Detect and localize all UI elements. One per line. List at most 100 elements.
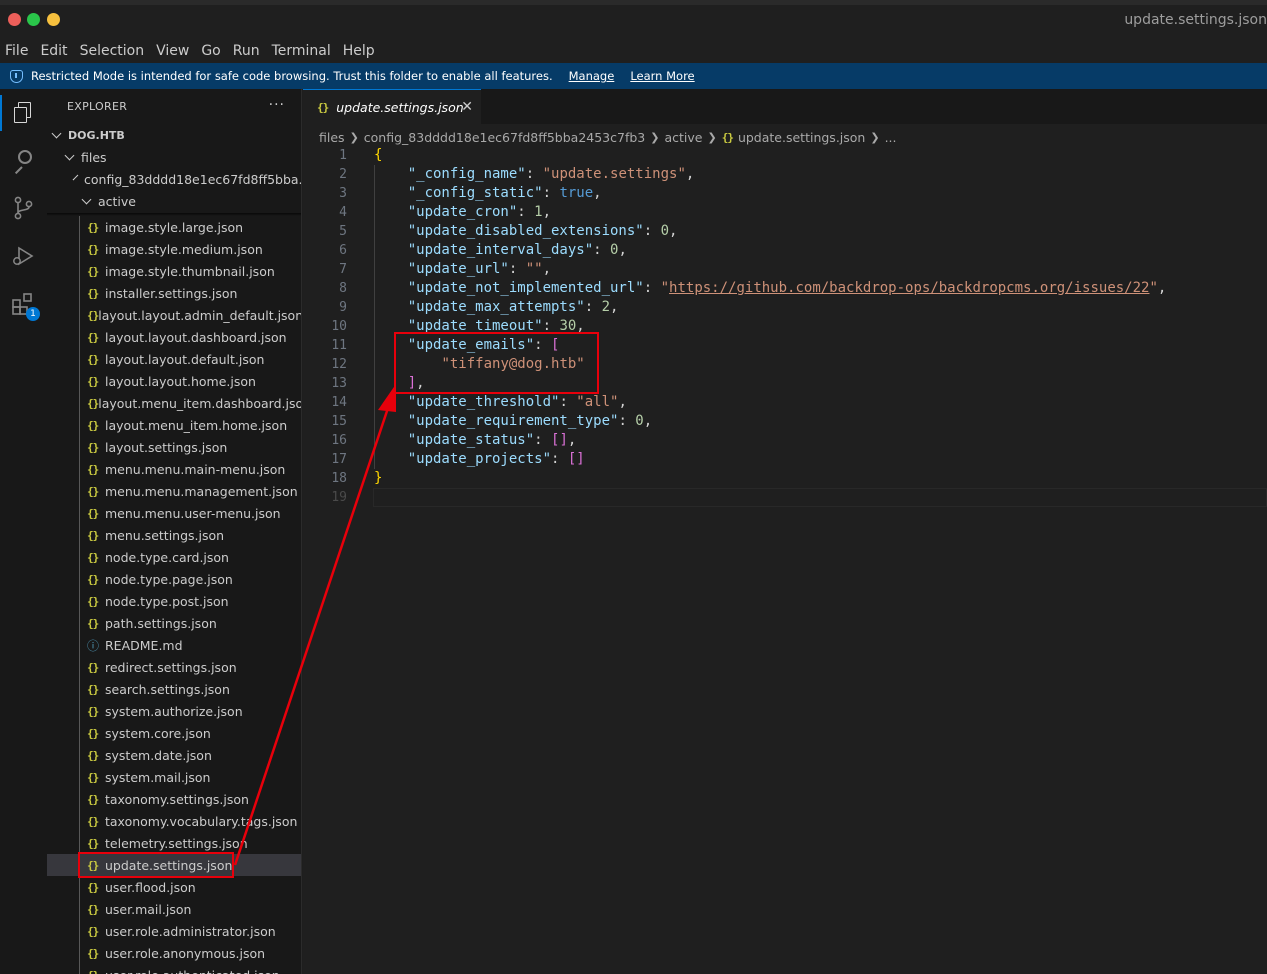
project-root[interactable]: DOG.HTB xyxy=(47,124,301,146)
json-key: "update_threshold" xyxy=(407,394,560,410)
file-item[interactable]: {} system.core.json xyxy=(47,722,301,744)
chevron-right-icon: ❯ xyxy=(650,130,660,144)
tab-update-settings[interactable]: {} update.settings.json ✕ xyxy=(303,89,481,124)
menu-help[interactable]: Help xyxy=(343,43,375,59)
json-url-link[interactable]: https://github.com/backdrop-ops/backdrop… xyxy=(669,280,1149,296)
explorer-files-icon[interactable] xyxy=(9,99,37,127)
menu-file[interactable]: File xyxy=(5,43,28,59)
file-item[interactable]: {} image.style.thumbnail.json xyxy=(47,260,301,282)
indent-guide xyxy=(79,260,80,282)
file-item[interactable]: {} layout.settings.json xyxy=(47,436,301,458)
file-item-label: image.style.large.json xyxy=(105,219,244,235)
indent-guide xyxy=(79,392,80,414)
file-item[interactable]: {} image.style.large.json xyxy=(47,216,301,238)
learn-more-link[interactable]: Learn More xyxy=(630,69,694,83)
os-top-strip xyxy=(0,0,1267,5)
maximize-window-button[interactable] xyxy=(27,13,40,26)
json-value: 0 xyxy=(635,413,644,429)
file-item-label: layout.menu_item.dashboard.json xyxy=(98,395,302,411)
close-tab-icon[interactable]: ✕ xyxy=(461,99,473,115)
code-editor[interactable]: 1{ 2 "_config_name": "update.settings", … xyxy=(303,146,1267,507)
file-item[interactable]: {} taxonomy.vocabulary.tags.json xyxy=(47,810,301,832)
file-item[interactable]: {} installer.settings.json xyxy=(47,282,301,304)
file-item[interactable]: {} node.type.post.json xyxy=(47,590,301,612)
menu-view[interactable]: View xyxy=(156,43,189,59)
chevron-down-icon xyxy=(64,150,75,160)
json-file-icon: {} xyxy=(87,660,99,674)
json-key: "update_interval_days" xyxy=(407,242,594,258)
annotation-box-file xyxy=(78,852,234,878)
file-item[interactable]: {} layout.layout.dashboard.json xyxy=(47,326,301,348)
close-window-button[interactable] xyxy=(8,13,21,26)
line-number: 16 xyxy=(331,433,347,448)
file-item[interactable]: {} layout.layout.home.json xyxy=(47,370,301,392)
file-item-label: menu.menu.management.json xyxy=(105,483,298,499)
line-number: 6 xyxy=(339,243,347,258)
menu-terminal[interactable]: Terminal xyxy=(272,43,331,59)
minimize-window-button[interactable] xyxy=(47,13,60,26)
file-item[interactable]: {} node.type.card.json xyxy=(47,546,301,568)
breadcrumb-file[interactable]: update.settings.json xyxy=(738,130,865,145)
json-file-icon: {} xyxy=(87,440,99,454)
file-item[interactable]: {} user.role.administrator.json xyxy=(47,920,301,942)
file-item[interactable]: {} menu.settings.json xyxy=(47,524,301,546)
indent-guide xyxy=(79,876,80,898)
code-line: 9 "update_max_attempts": 2, xyxy=(303,298,1267,317)
file-item[interactable]: {} menu.menu.management.json xyxy=(47,480,301,502)
file-item[interactable]: {} user.mail.json xyxy=(47,898,301,920)
file-item[interactable]: {} system.authorize.json xyxy=(47,700,301,722)
file-item[interactable]: {} menu.menu.user-menu.json xyxy=(47,502,301,524)
file-item[interactable]: {} telemetry.settings.json xyxy=(47,832,301,854)
file-item[interactable]: {} user.flood.json xyxy=(47,876,301,898)
indent-guide xyxy=(79,370,80,392)
breadcrumb-active[interactable]: active xyxy=(664,130,702,145)
file-item[interactable]: {} search.settings.json xyxy=(47,678,301,700)
file-item-label: redirect.settings.json xyxy=(105,659,237,675)
file-item[interactable]: {} layout.menu_item.home.json xyxy=(47,414,301,436)
breadcrumb-files[interactable]: files xyxy=(319,130,345,145)
menu-go[interactable]: Go xyxy=(201,43,220,59)
manage-link[interactable]: Manage xyxy=(569,69,615,83)
breadcrumb-symbol[interactable]: ... xyxy=(885,130,897,145)
file-item[interactable]: {} image.style.medium.json xyxy=(47,238,301,260)
file-item[interactable]: {} system.date.json xyxy=(47,744,301,766)
file-item[interactable]: {} redirect.settings.json xyxy=(47,656,301,678)
line-number: 2 xyxy=(339,167,347,182)
menu-run[interactable]: Run xyxy=(233,43,260,59)
code-line: 2 "_config_name": "update.settings", xyxy=(303,165,1267,184)
source-control-icon[interactable] xyxy=(9,194,37,222)
indent-guide xyxy=(79,766,80,788)
menu-edit[interactable]: Edit xyxy=(40,43,67,59)
json-file-icon: {} xyxy=(87,484,99,498)
file-item[interactable]: {} layout.layout.default.json xyxy=(47,348,301,370)
indent-guide xyxy=(79,216,80,238)
json-value: 2 xyxy=(601,299,611,315)
json-key: "update_cron" xyxy=(407,204,518,220)
run-debug-icon[interactable] xyxy=(9,242,37,270)
file-item-label: taxonomy.settings.json xyxy=(105,791,249,807)
file-item[interactable]: {} user.role.anonymous.json xyxy=(47,942,301,964)
extensions-badge: 1 xyxy=(26,307,40,321)
file-item[interactable]: {} layout.layout.admin_default.json xyxy=(47,304,301,326)
line-number: 15 xyxy=(331,414,347,429)
breadcrumb-config[interactable]: config_83dddd18e1ec67fd8ff5bba2453c7fb3 xyxy=(364,130,645,145)
file-item[interactable]: {} taxonomy.settings.json xyxy=(47,788,301,810)
file-item[interactable]: {} layout.menu_item.dashboard.json xyxy=(47,392,302,414)
json-key: "_config_name" xyxy=(407,166,526,182)
line-number: 8 xyxy=(339,281,347,296)
file-item[interactable]: {} node.type.page.json xyxy=(47,568,301,590)
folder-files[interactable]: files xyxy=(47,146,301,168)
folder-config[interactable]: config_83dddd18e1ec67fd8ff5bba... xyxy=(47,168,301,190)
file-item[interactable]: ⓘ README.md xyxy=(47,634,301,656)
more-actions-icon[interactable]: ··· xyxy=(269,97,285,113)
json-file-icon: {} xyxy=(87,506,99,520)
folder-active[interactable]: active xyxy=(47,190,301,212)
json-value: "update.settings" xyxy=(542,166,686,182)
file-item[interactable]: {} path.settings.json xyxy=(47,612,301,634)
file-item[interactable]: {} system.mail.json xyxy=(47,766,301,788)
search-icon[interactable] xyxy=(9,146,37,175)
file-item[interactable]: {}user.role.authenticated.json xyxy=(47,964,301,974)
menu-selection[interactable]: Selection xyxy=(80,43,145,59)
code-line: 8 "update_not_implemented_url": "https:/… xyxy=(303,279,1267,298)
file-item[interactable]: {} menu.menu.main-menu.json xyxy=(47,458,301,480)
